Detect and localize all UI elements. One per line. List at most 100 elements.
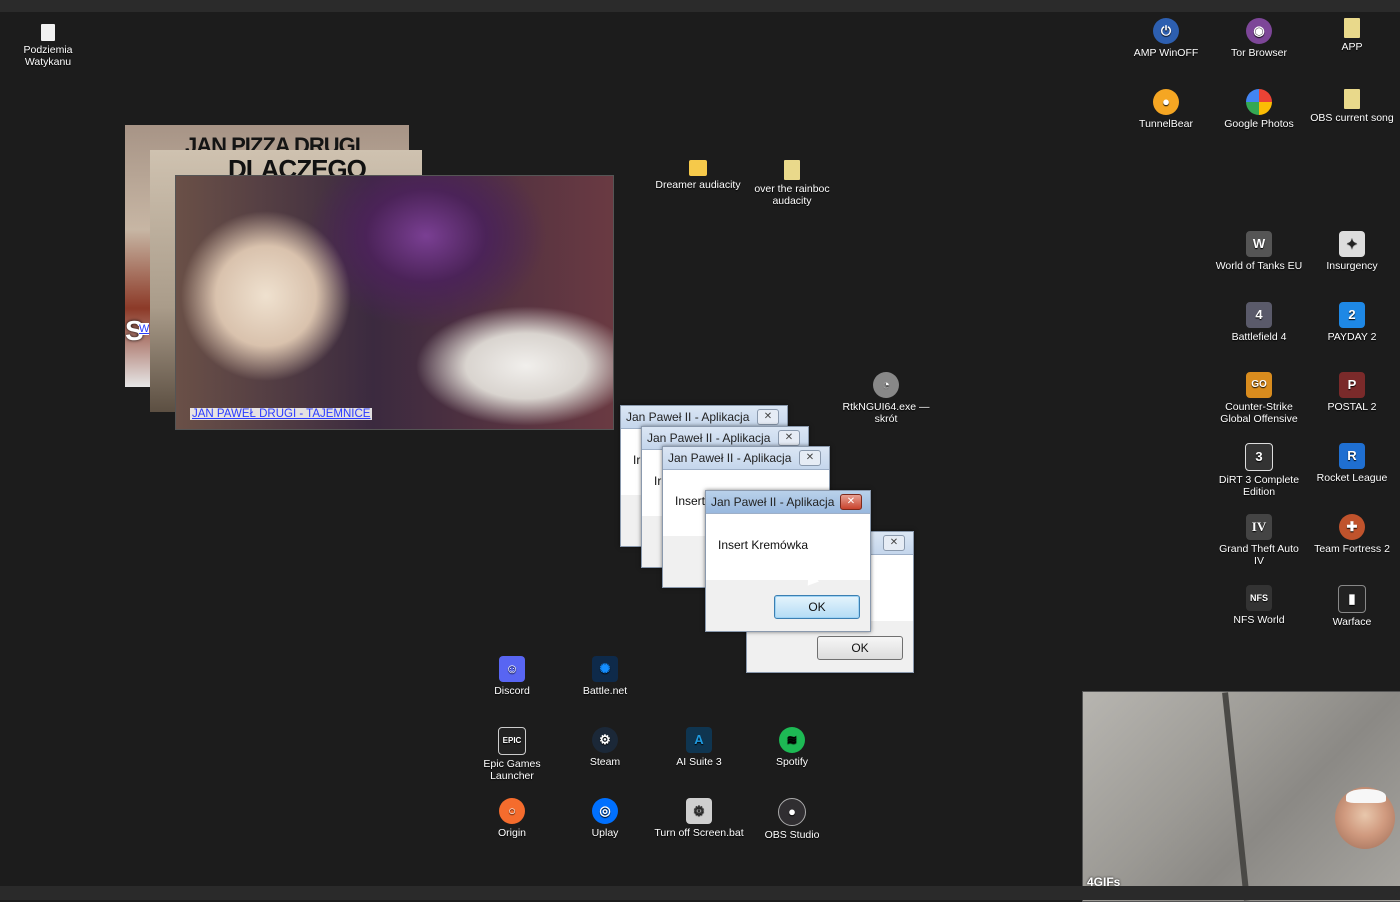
desktop-icon-tunnelbear[interactable]: ● TunnelBear [1120, 89, 1212, 130]
desktop-icon-app[interactable]: APP [1306, 18, 1398, 53]
taskbar [0, 886, 1400, 900]
dialog-titlebar[interactable]: Jan Paweł II - Aplikacja ✕ [663, 447, 829, 470]
icon-label: PAYDAY 2 [1327, 331, 1377, 343]
close-icon[interactable]: ✕ [840, 494, 862, 510]
obs-icon: ● [778, 798, 806, 826]
icon-label: Discord [494, 685, 530, 697]
desktop-icon-nfs-world[interactable]: NFS NFS World [1213, 585, 1305, 626]
icon-label: RtkNGUI64.exe — skrót [842, 401, 930, 425]
icon-label: POSTAL 2 [1327, 401, 1377, 413]
gta-icon: IV [1246, 514, 1272, 540]
icon-label: Uplay [591, 827, 619, 839]
desktop-icon-google-photos[interactable]: Google Photos [1213, 89, 1305, 130]
icon-label: Steam [589, 756, 621, 768]
icon-label: Battle.net [582, 685, 628, 697]
close-icon[interactable]: ✕ [757, 409, 779, 425]
icon-label: NFS World [1233, 614, 1285, 626]
icon-label: APP [1341, 41, 1363, 53]
close-icon[interactable]: ✕ [883, 535, 905, 551]
top-bar [0, 0, 1400, 12]
video-caption-link[interactable]: JAN PAWEŁ DRUGI - TAJEMNICE [190, 408, 373, 420]
file-icon [1344, 89, 1360, 109]
discord-icon: ☺ [499, 656, 525, 682]
meme-link[interactable]: W [139, 323, 150, 335]
desktop-icon-tf2[interactable]: ✚ Team Fortress 2 [1306, 514, 1398, 555]
dirt3-icon: 3 [1245, 443, 1273, 471]
desktop-icon-warface[interactable]: ▮ Warface [1306, 585, 1398, 628]
csgo-icon: GO [1246, 372, 1272, 398]
close-icon[interactable]: ✕ [799, 450, 821, 466]
desktop-icon-battlefield4[interactable]: 4 Battlefield 4 [1213, 302, 1305, 343]
spotify-icon: ≋ [779, 727, 805, 753]
dialog-body: Insert Kremówka [706, 514, 870, 580]
desktop-icon-dreamer[interactable]: Dreamer audiacity [652, 160, 744, 191]
desktop-icon-ai-suite[interactable]: A AI Suite 3 [653, 727, 745, 768]
icon-label: Dreamer audiacity [655, 179, 741, 191]
tank-icon: W [1246, 231, 1272, 257]
dialog-title: Jan Paweł II - Aplikacja [668, 451, 792, 465]
desktop-icon-insurgency[interactable]: ✦ Insurgency [1306, 231, 1398, 272]
icon-label: OBS Studio [764, 829, 820, 841]
desktop-icon-world-of-tanks[interactable]: W World of Tanks EU [1213, 231, 1305, 272]
desktop-icon-origin[interactable]: ○ Origin [466, 798, 558, 839]
desktop-icon-gta4[interactable]: IV Grand Theft Auto IV [1213, 514, 1305, 567]
desktop-icon-battlenet[interactable]: ✺ Battle.net [559, 656, 651, 697]
desktop-icon-steam[interactable]: ⚙ Steam [559, 727, 651, 768]
icon-label: Insurgency [1326, 260, 1378, 272]
bat-file-icon: ⚙ [686, 798, 712, 824]
desktop-icon-csgo[interactable]: GO Counter-Strike Global Offensive [1213, 372, 1305, 425]
desktop-icon-obs-studio[interactable]: ● OBS Studio [746, 798, 838, 841]
ok-button[interactable]: OK [817, 636, 903, 660]
dialog-titlebar[interactable]: Jan Paweł II - Aplikacja ✕ [706, 491, 870, 514]
desktop-icon-postal2[interactable]: P POSTAL 2 [1306, 372, 1398, 413]
tor-icon: ◉ [1246, 18, 1272, 44]
icon-label: Tor Browser [1230, 47, 1287, 59]
file-icon [1344, 18, 1360, 38]
desktop-icon-uplay[interactable]: ◎ Uplay [559, 798, 651, 839]
file-icon [784, 160, 800, 180]
desktop-icon-epic[interactable]: EPIC Epic Games Launcher [466, 727, 558, 782]
bf4-icon: 4 [1246, 302, 1272, 328]
epic-icon: EPIC [498, 727, 526, 755]
tf2-icon: ✚ [1339, 514, 1365, 540]
desktop-icon-tor-browser[interactable]: ◉ Tor Browser [1213, 18, 1305, 59]
video-popup[interactable]: JAN PAWEŁ DRUGI - TAJEMNICE [175, 175, 614, 430]
icon-label: Grand Theft Auto IV [1219, 543, 1299, 567]
icon-label: Counter-Strike Global Offensive [1220, 401, 1298, 425]
gif-image-detail [1222, 692, 1250, 901]
ok-button[interactable]: OK [774, 595, 860, 619]
desktop-icon-rtk[interactable]: ◔ RtkNGUI64.exe — skrót [840, 372, 932, 425]
icon-label: Battlefield 4 [1231, 331, 1287, 343]
nfs-icon: NFS [1246, 585, 1272, 611]
pinwheel-icon [1246, 89, 1272, 115]
document-icon [41, 24, 55, 41]
desktop-icon-amp-winoff[interactable]: ⏻ AMP WinOFF [1120, 18, 1212, 59]
icon-label: Spotify [775, 756, 809, 768]
icon-label: Team Fortress 2 [1314, 543, 1390, 555]
dialog-title: Jan Paweł II - Aplikacja [647, 431, 771, 445]
icon-label: Epic Games Launcher [483, 758, 541, 782]
icon-label: Origin [497, 827, 526, 839]
desktop-icon-payday2[interactable]: 2 PAYDAY 2 [1306, 302, 1398, 343]
dialog-message: Ir [654, 474, 662, 488]
desktop-icon-dirt3[interactable]: 3 DiRT 3 Complete Edition [1213, 443, 1305, 498]
desktop-icon-turn-off-screen[interactable]: ⚙ Turn off Screen.bat [653, 798, 745, 839]
battlenet-icon: ✺ [592, 656, 618, 682]
icon-label: World of Tanks EU [1215, 260, 1303, 272]
desktop-icon-discord[interactable]: ☺ Discord [466, 656, 558, 697]
desktop-icon-rocket-league[interactable]: R Rocket League [1306, 443, 1398, 484]
folder-icon [689, 160, 707, 176]
gif-popup[interactable]: 4GIFs .com [1082, 691, 1400, 902]
desktop-icon-over-rainboc[interactable]: over the rainboc audacity [746, 160, 838, 207]
dialog-window-active[interactable]: Jan Paweł II - Aplikacja ✕ Insert Kremówk… [705, 490, 871, 632]
gif-skullcap-image [1346, 789, 1386, 803]
desktop-icon-podziemia[interactable]: Podziemia Watykanu [2, 24, 94, 68]
dialog-title: Jan Paweł II - Aplikacja [626, 410, 750, 424]
dialog-message: Insert Kremówka [718, 538, 809, 552]
desktop-icon-obs-current-song[interactable]: OBS current song [1306, 89, 1398, 124]
uplay-icon: ◎ [592, 798, 618, 824]
icon-label: TunnelBear [1139, 118, 1193, 130]
desktop-icon-spotify[interactable]: ≋ Spotify [746, 727, 838, 768]
dialog-footer: OK [706, 583, 870, 631]
close-icon[interactable]: ✕ [778, 430, 800, 446]
